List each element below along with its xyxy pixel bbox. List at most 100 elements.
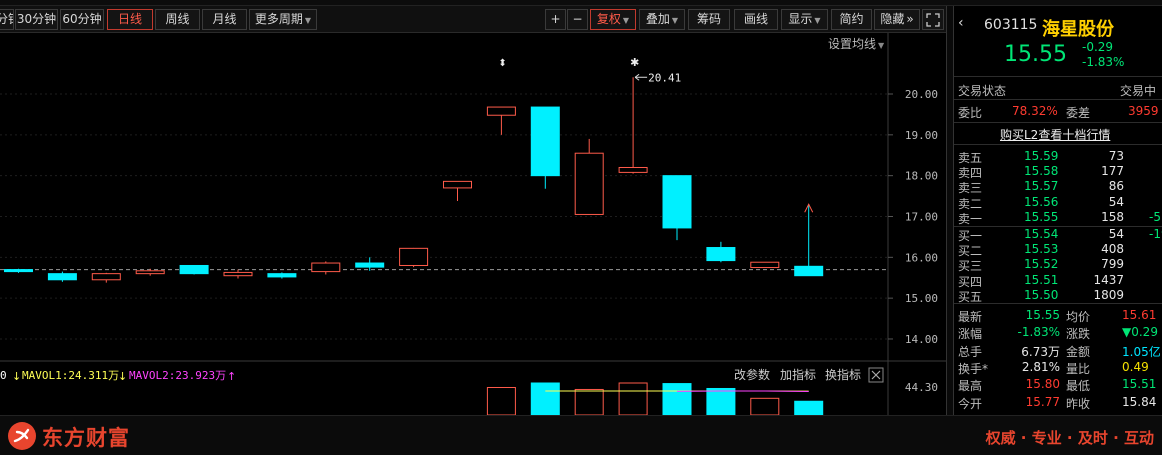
stat-label: 涨跌: [1066, 327, 1091, 342]
more-periods-dropdown[interactable]: 更多周期 ▼: [249, 9, 317, 30]
price-tick-label: 20.00: [905, 88, 938, 101]
candle: [530, 106, 560, 189]
ma-settings-label[interactable]: 设置均线: [828, 37, 876, 51]
candle: [179, 264, 209, 275]
order-price: 15.58: [1024, 164, 1059, 179]
candle: [486, 106, 516, 135]
stat-label: 昨收: [1066, 396, 1091, 411]
price-tick-label: 14.00: [905, 333, 938, 346]
zoom-in-label: +: [550, 12, 561, 26]
bid-row: 买一15.5454-19: [954, 227, 1162, 243]
volume-bar: [750, 397, 780, 415]
zoom-in-button[interactable]: +: [545, 9, 566, 30]
candles-group: [4, 77, 824, 283]
draw-line-button[interactable]: 画线: [734, 9, 778, 30]
switch-indicator-button[interactable]: 换指标: [825, 367, 861, 382]
mavol2-legend: MAVOL2:23.923万: [129, 369, 226, 382]
period-60min-button[interactable]: 60分钟: [60, 9, 104, 30]
more-periods-label: 更多周期: [254, 12, 303, 26]
period-month-button[interactable]: 月线: [202, 9, 247, 30]
ask-row: 卖五 15.59 73: [954, 149, 1162, 165]
stat-label: 换手*: [958, 361, 989, 376]
stat-label: 最新: [958, 310, 983, 324]
candle: [91, 272, 121, 283]
volume-bar: [574, 388, 604, 415]
stat-row: 换手* 2.81% 量比 0.49: [954, 359, 1162, 376]
simple-mode-button[interactable]: 简约: [831, 9, 872, 30]
candle-body: [179, 264, 209, 275]
order-volume: 73: [1108, 149, 1124, 163]
weibi-label: 委比: [958, 106, 983, 120]
chips-label: 筹码: [696, 12, 721, 26]
candle: [794, 204, 824, 277]
status-value: 交易中: [1120, 84, 1157, 98]
period-30min-button[interactable]: 30分钟: [15, 9, 58, 30]
candle-body: [355, 262, 385, 268]
overlay-label: 叠加: [645, 12, 670, 26]
arrow-down-icon: ↓: [118, 370, 127, 383]
candle-body: [794, 265, 824, 277]
period-day-button[interactable]: 日线: [107, 9, 153, 30]
hide-button[interactable]: 隐藏»: [874, 9, 920, 30]
candle-body: [750, 261, 780, 269]
order-change: -5: [1149, 209, 1161, 224]
stat-label: 今开: [958, 396, 983, 411]
period-week-button[interactable]: 周线: [155, 9, 200, 30]
stat-value: 1.05亿: [1122, 344, 1161, 359]
candle-body: [47, 273, 77, 281]
candle: [443, 180, 472, 201]
stat-row: 最高 15.80 最低 15.51: [954, 377, 1162, 394]
price-axis: 20.00 19.00 18.00 17.00 16.00 15.00 14.00: [888, 88, 938, 346]
volume-bar: [486, 387, 516, 415]
candle: [662, 175, 692, 241]
simple-mode-label: 简约: [839, 12, 864, 26]
kline-chart[interactable]: 20.00 19.00 18.00 17.00 16.00 15.00 14.00 设置均线…: [0, 33, 946, 415]
stat-label: 最低: [1066, 379, 1091, 394]
order-volume: 54: [1108, 227, 1124, 241]
stat-row: 总手 6.73万 金额 1.05亿: [954, 343, 1162, 359]
ask-row: 卖四 15.58 177: [954, 164, 1162, 180]
candle-body: [618, 166, 648, 173]
close-icon: [871, 370, 881, 380]
stat-label: 金额: [1066, 344, 1091, 359]
chart-grid: [0, 93, 888, 340]
quote-panel: ‹ 603115 海星股份 15.55 -0.29 -1.83% 交易状态 交易…: [954, 6, 1162, 415]
panel-splitter[interactable]: [946, 6, 954, 415]
price-tick-label: 15.00: [905, 292, 938, 305]
price-change: -0.29: [1082, 40, 1114, 54]
brand-logo: [8, 422, 36, 450]
brand-slogan: 权威 · 专业 · 及时 · 互动: [985, 429, 1154, 447]
fullscreen-icon: [926, 13, 940, 27]
stat-value: 15.51: [1122, 377, 1157, 392]
volume-bar: [662, 383, 692, 415]
candle-body: [706, 247, 736, 262]
zoom-out-button[interactable]: −: [567, 9, 588, 30]
add-indicator-button[interactable]: 加指标: [780, 367, 816, 382]
price-tick-label: 18.00: [905, 170, 938, 183]
candle-body: [135, 270, 165, 275]
order-price: 15.57: [1024, 179, 1059, 194]
candle-body: [399, 247, 429, 266]
candle-body: [267, 273, 297, 278]
volume-bar: [618, 382, 648, 415]
fuquan-dropdown[interactable]: 复权 ▼: [590, 9, 636, 30]
arrow-down-icon: ↓: [12, 370, 21, 383]
change-params-button[interactable]: 改参数: [734, 367, 770, 382]
l2-upgrade-link[interactable]: 购买L2查看十档行情: [1000, 126, 1110, 143]
order-price: 15.50: [1024, 287, 1059, 302]
chevron-left-icon[interactable]: ‹: [958, 15, 964, 31]
overlay-dropdown[interactable]: 叠加 ▼: [639, 9, 685, 30]
fullscreen-button[interactable]: [922, 9, 944, 30]
draw-line-label: 画线: [743, 12, 768, 26]
period-min-button[interactable]: 分钟: [0, 9, 14, 30]
volume-bar: [794, 400, 824, 415]
candle: [4, 268, 33, 273]
stat-value: 0.49: [1122, 359, 1149, 374]
chevron-down-icon: ▼: [622, 16, 630, 25]
chips-button[interactable]: 筹码: [688, 9, 730, 30]
candle: [47, 271, 77, 282]
bid-row: 买二 15.53 408: [954, 242, 1162, 258]
display-dropdown[interactable]: 显示 ▼: [781, 9, 828, 30]
candle-body: [486, 106, 516, 116]
candle-body: [223, 271, 253, 277]
